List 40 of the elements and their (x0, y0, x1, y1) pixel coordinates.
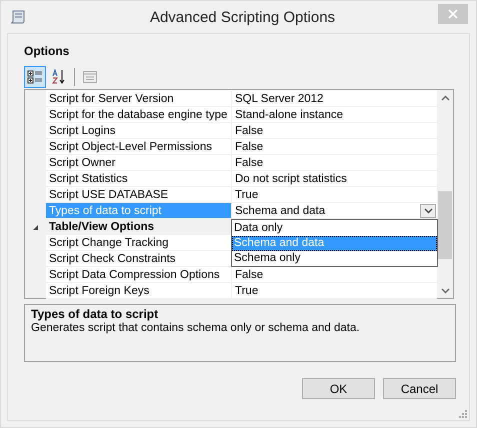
property-name[interactable]: Script Statistics (46, 171, 232, 187)
cancel-button[interactable]: Cancel (383, 378, 456, 399)
categorized-list-icon (27, 69, 43, 85)
scroll-thumb[interactable] (438, 191, 452, 259)
property-value: Do not script statistics (235, 172, 348, 186)
property-value: Schema and data (235, 204, 326, 218)
property-value: SQL Server 2012 (235, 92, 324, 106)
property-value: Stand-alone instance (235, 108, 344, 122)
property-name[interactable]: Script Foreign Keys (46, 283, 232, 299)
ok-button[interactable]: OK (302, 378, 375, 399)
dropdown-button[interactable] (420, 204, 436, 218)
scroll-down-icon[interactable] (440, 288, 450, 294)
property-value: False (235, 124, 264, 138)
description-text: Generates script that contains schema only or schema and data. (31, 322, 361, 334)
dropdown-option[interactable]: Data only (232, 221, 437, 236)
property-value: True (235, 284, 260, 298)
property-name[interactable]: Script Object-Level Permissions (46, 139, 232, 155)
close-icon (448, 9, 458, 19)
resize-grip-icon[interactable] (459, 410, 467, 418)
property-name[interactable]: Script Owner (46, 155, 232, 171)
property-name[interactable]: Script Logins (46, 123, 232, 139)
scrollbar[interactable] (437, 90, 453, 298)
categorized-view-button[interactable] (24, 66, 46, 88)
property-value: False (235, 156, 264, 170)
property-value: True (235, 188, 260, 202)
property-name[interactable]: Script for Server Version (46, 91, 232, 107)
property-pages-icon (82, 69, 98, 85)
scroll-up-icon[interactable] (440, 95, 450, 101)
dropdown-option[interactable]: Schema only (232, 251, 437, 266)
property-value: False (235, 268, 264, 282)
section-label: Options (24, 44, 70, 58)
sort-az-icon (51, 69, 67, 85)
window-title: Advanced Scripting Options (148, 8, 336, 26)
property-name[interactable]: Script Data Compression Options (46, 267, 232, 283)
property-value: False (235, 140, 264, 154)
description-title: Types of data to script (31, 307, 160, 321)
property-name[interactable]: Script for the database engine type (46, 107, 232, 123)
scroll-icon (9, 9, 27, 25)
chevron-down-icon (424, 208, 432, 214)
collapse-triangle-icon[interactable] (32, 224, 39, 230)
